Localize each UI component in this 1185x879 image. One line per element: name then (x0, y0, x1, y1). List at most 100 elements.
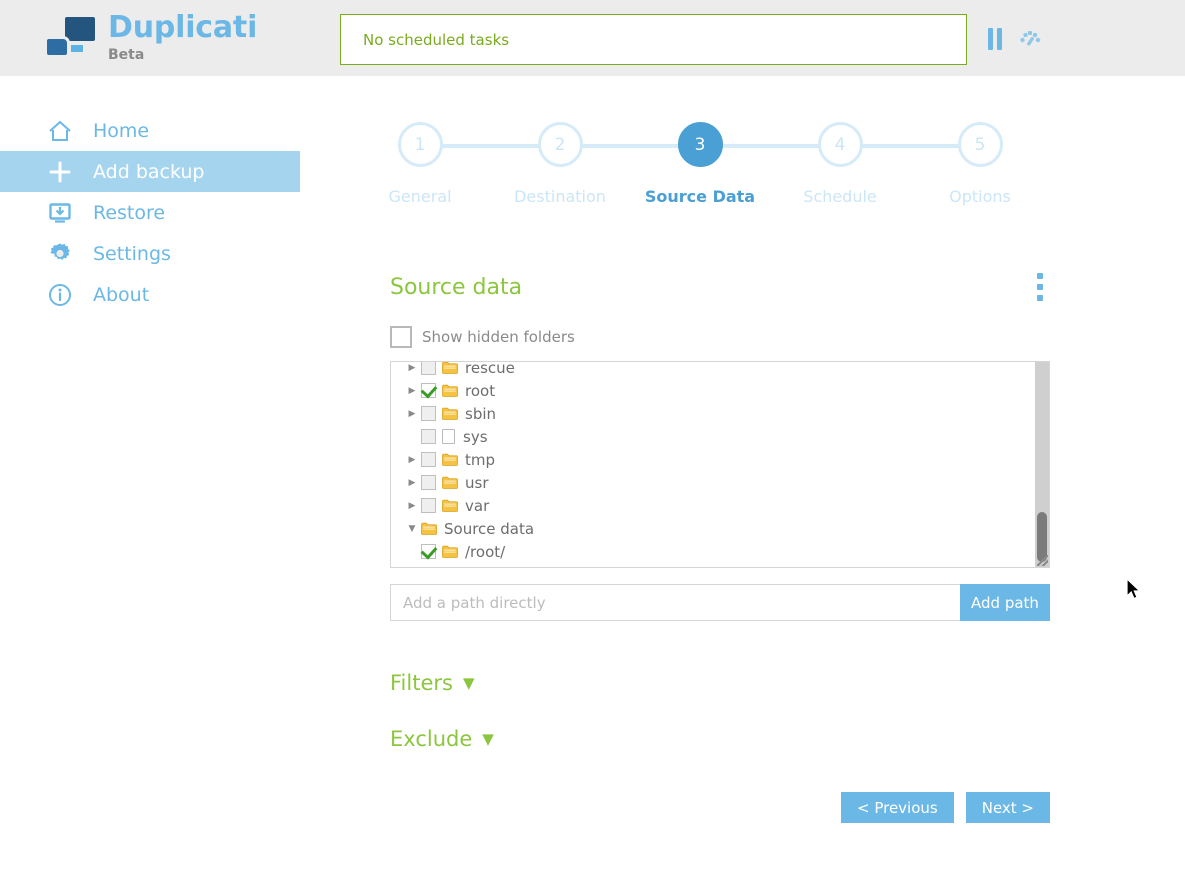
source-tree-container[interactable]: ▶ rescue ▶ root ▶ sbin sys ▶ tmp ▶ usr ▶… (390, 361, 1050, 568)
folder-icon (442, 476, 458, 489)
tree-checkbox[interactable] (421, 383, 436, 398)
folder-icon (442, 453, 458, 466)
logo-chip-shape (68, 42, 86, 55)
add-path-row: Add path (390, 584, 1050, 621)
expand-arrow-icon[interactable]: ▶ (403, 386, 421, 396)
sidebar-item-label: About (93, 283, 150, 306)
page-title: Source data (390, 274, 523, 300)
source-data-panel: Source data Show hidden folders ▶ rescue… (390, 265, 1050, 751)
folder-icon (442, 499, 458, 512)
restore-icon (45, 200, 75, 226)
header-controls (988, 28, 1042, 50)
tree-row[interactable]: /root/ (403, 540, 1029, 563)
panel-header: Source data (390, 265, 1050, 309)
filters-label: Filters (390, 671, 453, 695)
sidebar-item-label: Restore (93, 201, 166, 224)
tree-checkbox[interactable] (421, 429, 436, 444)
tree-node-label: /root/ (465, 542, 506, 561)
folder-icon (442, 384, 458, 397)
tree-row-source-data-group[interactable]: ▼ Source data (403, 517, 1029, 540)
tree-row[interactable]: ▶ sbin (403, 402, 1029, 425)
step-number: 2 (537, 122, 583, 167)
tree-checkbox[interactable] (421, 362, 436, 375)
kebab-menu-icon[interactable] (1030, 269, 1050, 305)
resize-grip-icon[interactable] (1037, 555, 1048, 566)
step-number: 5 (957, 122, 1003, 167)
wizard-step-source-data[interactable]: 3 Source Data (640, 122, 760, 206)
previous-button[interactable]: < Previous (840, 792, 954, 823)
expand-arrow-icon[interactable]: ▶ (403, 409, 421, 419)
step-number: 1 (397, 122, 443, 167)
expand-arrow-icon[interactable]: ▶ (403, 501, 421, 511)
folder-icon (421, 522, 437, 535)
expand-arrow-icon[interactable]: ▶ (403, 363, 421, 373)
wizard-steps: 1 General 2 Destination 3 Source Data 4 … (388, 122, 1011, 212)
tree-scrollbar-track[interactable] (1035, 362, 1049, 567)
tree-checkbox[interactable] (421, 475, 436, 490)
show-hidden-folders-checkbox[interactable] (390, 326, 412, 348)
sidebar-item-settings[interactable]: Settings (0, 233, 330, 274)
tree-row[interactable]: sys (403, 425, 1029, 448)
tree-node-label: sys (463, 427, 488, 446)
tree-node-label: usr (465, 473, 489, 492)
sidebar-item-restore[interactable]: Restore (0, 192, 330, 233)
sidebar-item-label: Add backup (93, 160, 205, 183)
add-path-button[interactable]: Add path (960, 584, 1050, 621)
app-header: Duplicati Beta No scheduled tasks (0, 0, 1185, 76)
throttle-icon[interactable] (1018, 28, 1042, 50)
expand-arrow-icon[interactable]: ▶ (403, 455, 421, 465)
sidebar-item-label: Settings (93, 242, 171, 265)
tree-node-label: sbin (465, 404, 497, 423)
show-hidden-folders-label: Show hidden folders (422, 328, 575, 346)
tree-row[interactable]: ▶ rescue (403, 361, 1029, 379)
exclude-section-toggle[interactable]: Exclude ▼ (390, 727, 1050, 751)
tree-row[interactable]: ▶ var (403, 494, 1029, 517)
next-button[interactable]: Next > (965, 792, 1050, 823)
duplicati-logo-icon (40, 10, 102, 66)
step-number: 3 (677, 122, 723, 167)
exclude-label: Exclude (390, 727, 473, 751)
tree-row[interactable]: ▶ tmp (403, 448, 1029, 471)
tree-node-label: rescue (465, 361, 515, 377)
sidebar-item-about[interactable]: About (0, 274, 330, 315)
filters-section-toggle[interactable]: Filters ▼ (390, 671, 1050, 695)
brand-title: Duplicati (108, 10, 258, 45)
expand-arrow-icon[interactable]: ▶ (403, 478, 421, 488)
tree-node-label: var (465, 496, 490, 515)
collapse-arrow-icon[interactable]: ▼ (403, 524, 421, 534)
brand[interactable]: Duplicati Beta (40, 10, 257, 66)
add-path-input[interactable] (390, 584, 960, 621)
step-label: Source Data (644, 187, 756, 206)
wizard-step-options[interactable]: 5 Options (920, 122, 1040, 206)
logo-folder-shape (44, 36, 70, 58)
mouse-cursor (1126, 578, 1141, 600)
tree-row[interactable]: ▶ root (403, 379, 1029, 402)
tree-checkbox[interactable] (421, 406, 436, 421)
plus-icon (45, 159, 75, 185)
sidebar-item-home[interactable]: Home (0, 110, 330, 151)
status-text: No scheduled tasks (363, 30, 510, 49)
tree-checkbox[interactable] (421, 498, 436, 513)
chevron-down-icon: ▼ (482, 729, 494, 748)
tree-node-label: tmp (465, 450, 496, 469)
step-label: Schedule (803, 187, 877, 206)
wizard-step-schedule[interactable]: 4 Schedule (780, 122, 900, 206)
file-icon (442, 429, 455, 444)
status-banner[interactable]: No scheduled tasks (340, 14, 967, 65)
pause-icon[interactable] (988, 28, 1002, 50)
wizard-step-general[interactable]: 1 General (360, 122, 480, 206)
sidebar-item-add-backup[interactable]: Add backup (0, 151, 300, 192)
step-number: 4 (817, 122, 863, 167)
home-icon (45, 118, 75, 144)
sidebar-item-label: Home (93, 119, 150, 142)
tree-checkbox[interactable] (421, 544, 436, 559)
show-hidden-folders-row[interactable]: Show hidden folders (390, 319, 1050, 355)
tree-row[interactable]: ▶ usr (403, 471, 1029, 494)
tree-node-label: root (465, 381, 496, 400)
chevron-down-icon: ▼ (462, 673, 475, 692)
source-tree: ▶ rescue ▶ root ▶ sbin sys ▶ tmp ▶ usr ▶… (391, 361, 1029, 563)
wizard-step-destination[interactable]: 2 Destination (500, 122, 620, 206)
tree-checkbox[interactable] (421, 452, 436, 467)
folder-icon (442, 545, 458, 558)
tree-node-label: Source data (444, 519, 535, 538)
